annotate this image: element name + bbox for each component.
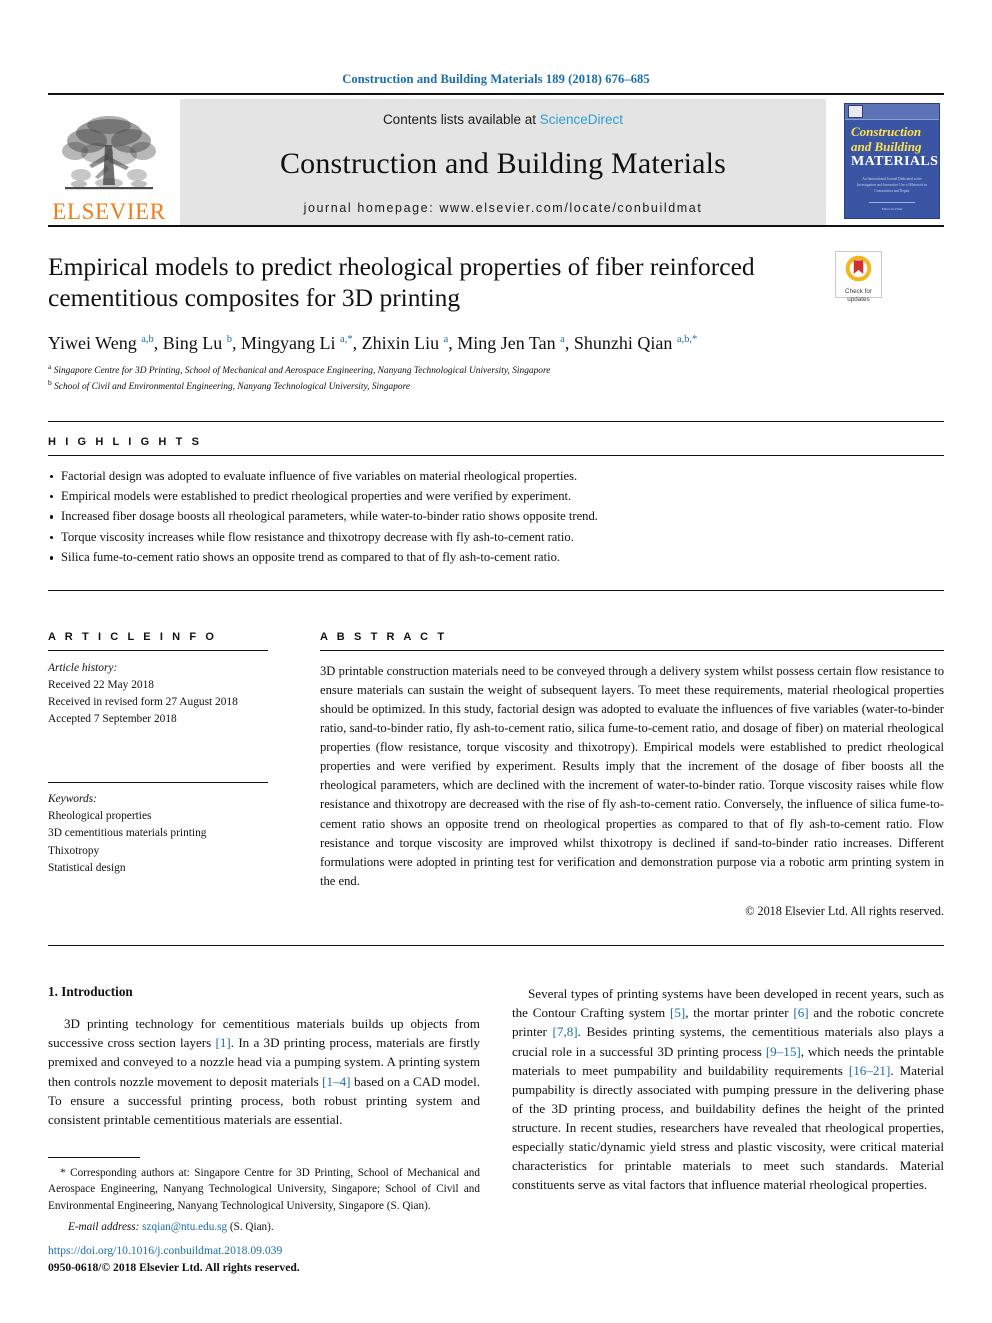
abstract-heading: A B S T R A C T (320, 630, 448, 643)
cover-title-line1: Construction (851, 124, 922, 139)
cover-topbar (845, 104, 939, 120)
history-revised: Received in revised form 27 August 2018 (48, 696, 238, 709)
highlights-list: Factorial design was adopted to evaluate… (48, 466, 944, 568)
abstract-column: A B S T R A C T 3D printable constructio… (296, 617, 944, 920)
highlights-top-rule (48, 420, 944, 422)
email-link[interactable]: szqian@ntu.edu.sg (142, 1221, 227, 1233)
body-columns: 1. Introduction 3D printing technology f… (48, 984, 944, 1235)
footnote-rule (48, 1156, 140, 1158)
list-item: Silica fume-to-cement ratio shows an opp… (48, 547, 944, 567)
cover-divider (869, 201, 915, 203)
journal-cover-thumbnail[interactable]: Construction and Building MATERIALS An I… (836, 99, 944, 225)
journal-masthead: ELSEVIER Contents lists available at Sci… (48, 99, 944, 225)
email-label: E-mail address: (68, 1220, 140, 1233)
cover-elsevier-mark-icon (848, 105, 863, 118)
highlights-underline (48, 454, 944, 456)
crossmark-line2: updates (847, 295, 870, 303)
info-abstract-row: A R T I C L E I N F O Article history: R… (48, 617, 944, 920)
contents-available-line: Contents lists available at ScienceDirec… (383, 112, 623, 127)
body-column-left: 1. Introduction 3D printing technology f… (48, 984, 480, 1235)
running-head-rule (48, 93, 944, 95)
running-head: Construction and Building Materials 189 … (342, 72, 650, 86)
list-item: Increased fiber dosage boosts all rheolo… (48, 506, 944, 526)
list-item: Factorial design was adopted to evaluate… (48, 466, 944, 486)
crossmark-icon (845, 255, 872, 282)
keywords-rule (48, 781, 268, 783)
affiliation-a-text: Singapore Centre for 3D Printing, School… (53, 365, 551, 376)
keyword-item: Rheological properties (48, 810, 152, 823)
keyword-item: 3D cementitious materials printing (48, 827, 207, 840)
footer-doi-zone: https://doi.org/10.1016/j.conbuildmat.20… (48, 1243, 488, 1277)
keyword-item: Statistical design (48, 862, 126, 875)
list-item: Torque viscosity increases while flow re… (48, 527, 944, 547)
crossmark-badge[interactable]: Check for updates (835, 251, 882, 303)
crossmark-label: Check for updates (836, 288, 881, 303)
elsevier-logo[interactable]: ELSEVIER (48, 99, 170, 225)
cover-footer-text: Editor-in-Chief (881, 206, 903, 211)
history-received: Received 22 May 2018 (48, 678, 154, 691)
journal-title: Construction and Building Materials (279, 147, 727, 180)
keywords-block: Keywords: Rheological properties 3D ceme… (48, 773, 268, 878)
article-history-block: Article history: Received 22 May 2018 Re… (48, 651, 268, 729)
affiliation-b: b School of Civil and Environmental Engi… (48, 378, 411, 393)
elsevier-tree-icon (62, 116, 156, 190)
title-block: Empirical models to predict rheological … (48, 251, 944, 395)
email-suffix: (S. Qian). (229, 1220, 274, 1233)
elsevier-wordmark: ELSEVIER (52, 199, 166, 224)
highlights-section: H I G H L I G H T S Factorial design was… (48, 420, 944, 568)
sciencedirect-link[interactable]: ScienceDirect (540, 112, 623, 127)
cover-footer: Editor-in-Chief (845, 201, 939, 213)
cover-art: Construction and Building MATERIALS An I… (844, 103, 940, 219)
page-title: Empirical models to predict rheological … (48, 252, 755, 313)
keyword-item: Thixotropy (48, 844, 100, 857)
intro-paragraph-left: 3D printing technology for cementitious … (48, 1016, 481, 1127)
article-history-label: Article history: (48, 661, 118, 674)
history-accepted: Accepted 7 September 2018 (48, 713, 177, 726)
cover-subtitle: An International Journal Dedicated to th… (857, 176, 927, 193)
keywords-body: Keywords: Rheological properties 3D ceme… (48, 791, 268, 878)
article-info-column: A R T I C L E I N F O Article history: R… (48, 617, 296, 920)
contents-prefix: Contents lists available at (382, 112, 540, 127)
doi-link[interactable]: https://doi.org/10.1016/j.conbuildmat.20… (48, 1243, 488, 1260)
section-heading-introduction: 1. Introduction (48, 984, 133, 1000)
masthead-bottom-rule (48, 225, 944, 227)
affiliation-b-text: School of Civil and Environmental Engine… (54, 382, 411, 393)
highlights-heading: H I G H L I G H T S (48, 435, 203, 448)
copyright-line: © 2018 Elsevier Ltd. All rights reserved… (745, 904, 944, 919)
email-footnote: E-mail address: szqian@ntu.edu.sg (S. Qi… (48, 1219, 480, 1235)
body-top-rule (48, 945, 944, 947)
footnote-zone: * Corresponding authors at: Singapore Ce… (48, 1156, 480, 1235)
article-page: Construction and Building Materials 189 … (0, 0, 992, 1323)
abstract-text: 3D printable construction materials need… (320, 663, 944, 889)
body-column-right: Several types of printing systems have b… (512, 984, 944, 1235)
masthead-center-band: Contents lists available at ScienceDirec… (180, 99, 826, 225)
corresponding-author-footnote: * Corresponding authors at: Singapore Ce… (48, 1166, 480, 1212)
author-list: Yiwei Weng a,b, Bing Lu b, Mingyang Li a… (48, 333, 698, 354)
intro-paragraph-right: Several types of printing systems have b… (512, 986, 944, 1193)
cover-title-line3: MATERIALS (851, 154, 939, 170)
info-top-rule (48, 589, 944, 591)
affiliation-a: a Singapore Centre for 3D Printing, Scho… (48, 361, 551, 376)
cover-title: Construction and Building MATERIALS (845, 120, 939, 170)
keywords-label: Keywords: (48, 792, 97, 805)
article-info-heading: A R T I C L E I N F O (48, 630, 217, 643)
issn-copyright-line: 0950-0618/© 2018 Elsevier Ltd. All right… (48, 1261, 300, 1275)
cover-title-line2: and Building (851, 138, 922, 154)
list-item: Empirical models were established to pre… (48, 486, 944, 506)
crossmark-line1: Check for (845, 288, 872, 295)
journal-homepage-link[interactable]: journal homepage: www.elsevier.com/locat… (304, 201, 703, 215)
